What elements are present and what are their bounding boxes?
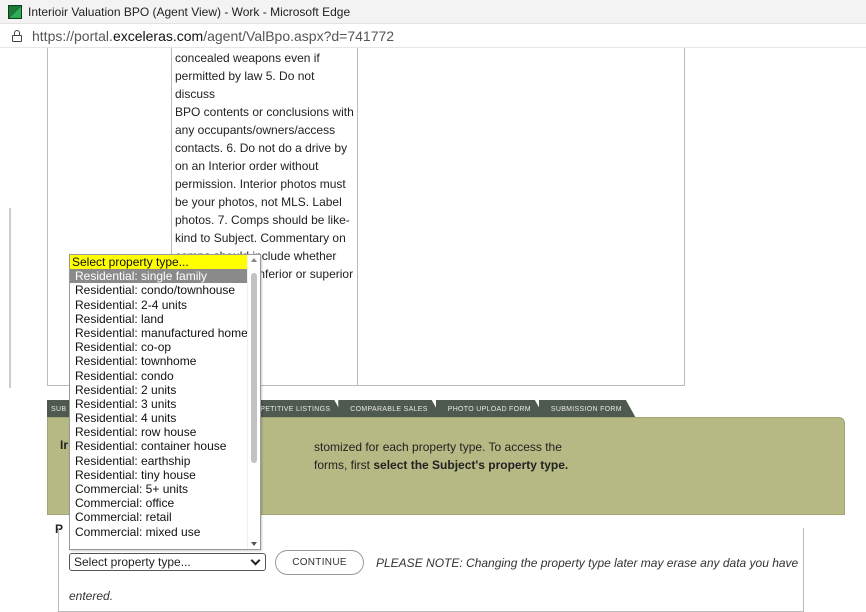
scroll-up-icon[interactable] — [251, 258, 257, 262]
tab-comparable-sales[interactable]: COMPARABLE SALES — [338, 400, 441, 418]
property-type-select[interactable]: Select property type... — [69, 553, 266, 571]
panel-text-line-2: forms, first select the Subject's proper… — [314, 458, 569, 472]
dropdown-scrollbar[interactable] — [247, 255, 260, 549]
panel-heading: Ir — [60, 438, 69, 452]
dropdown-option[interactable]: Residential: tiny house — [70, 468, 247, 482]
instructions-line: contacts. 6. Do not do a drive by — [175, 141, 348, 155]
instructions-line: kind to Subject. Commentary on — [175, 231, 346, 245]
instructions-line: any occupants/owners/access — [175, 123, 336, 137]
dropdown-option[interactable]: Residential: 2-4 units — [70, 298, 247, 312]
chevron-down-icon — [250, 555, 261, 566]
dropdown-option[interactable]: Residential: townhome — [70, 354, 247, 368]
scroll-edge — [9, 208, 11, 388]
property-type-note: PLEASE NOTE: Changing the property type … — [376, 556, 799, 570]
dropdown-option[interactable]: Commercial: 5+ units — [70, 482, 247, 496]
url-domain: exceleras.com — [112, 27, 204, 44]
property-type-dropdown[interactable]: Select property type... Residential: sing… — [69, 254, 261, 550]
window-title: Interioir Valuation BPO (Agent View) - W… — [28, 4, 351, 19]
instructions-line: photos. 7. Comps should be like- — [175, 213, 350, 227]
app-logo-icon — [8, 4, 22, 19]
dropdown-option[interactable]: Residential: condo/townhouse — [70, 283, 247, 297]
tab-photo-upload-form[interactable]: PHOTO UPLOAD FORM — [436, 400, 545, 418]
instructions-line: permission. Interior photos must — [175, 177, 346, 191]
instructions-line: concealed weapons even if — [175, 51, 320, 65]
scroll-down-icon[interactable] — [251, 542, 257, 546]
lock-icon[interactable] — [12, 30, 22, 42]
dropdown-option[interactable]: Residential: 3 units — [70, 397, 247, 411]
dropdown-option[interactable]: Select property type... — [70, 255, 247, 270]
window-titlebar: Interioir Valuation BPO (Agent View) - W… — [0, 0, 866, 24]
dropdown-option[interactable]: Residential: single family — [70, 269, 247, 284]
scroll-thumb[interactable] — [251, 273, 257, 463]
tab-submission-form[interactable]: SUBMISSION FORM — [539, 400, 636, 418]
dropdown-option[interactable]: Residential: row house — [70, 425, 247, 439]
dropdown-option[interactable]: Residential: co-op — [70, 340, 247, 354]
dropdown-option[interactable]: Residential: condo — [70, 369, 247, 383]
dropdown-option[interactable]: Residential: manufactured home — [70, 326, 247, 340]
url-prefix: https://portal. — [32, 27, 113, 44]
dropdown-option[interactable]: Residential: 2 units — [70, 383, 247, 397]
dropdown-option[interactable]: Residential: land — [70, 312, 247, 326]
continue-button[interactable]: CONTINUE — [275, 550, 364, 575]
instructions-line: on an Interior order without — [175, 159, 319, 173]
page-content: concealed weapons even if permitted by la… — [0, 48, 866, 612]
instructions-line: BPO contents or conclusions with — [175, 105, 354, 119]
property-type-note-cont: entered. — [69, 589, 114, 603]
dropdown-option[interactable]: Commercial: retail — [70, 510, 247, 524]
dropdown-option[interactable]: Commercial: office — [70, 496, 247, 510]
instructions-line: be your photos, not MLS. Label — [175, 195, 342, 209]
dropdown-option[interactable]: Residential: earthship — [70, 454, 247, 468]
instructions-line: permitted by law 5. Do not discuss — [175, 69, 315, 101]
panel-text-line-1: stomized for each property type. To acce… — [314, 440, 562, 454]
select-value: Select property type... — [74, 555, 191, 569]
dropdown-option[interactable]: Commercial: mixed use — [70, 525, 247, 539]
url-path: /agent/ValBpo.aspx?d=741772 — [203, 27, 395, 44]
address-bar[interactable]: https://portal. exceleras.com/agent/ValBp… — [0, 24, 866, 48]
dropdown-option[interactable]: Residential: 4 units — [70, 411, 247, 425]
dropdown-option[interactable]: Residential: container house — [70, 439, 247, 453]
